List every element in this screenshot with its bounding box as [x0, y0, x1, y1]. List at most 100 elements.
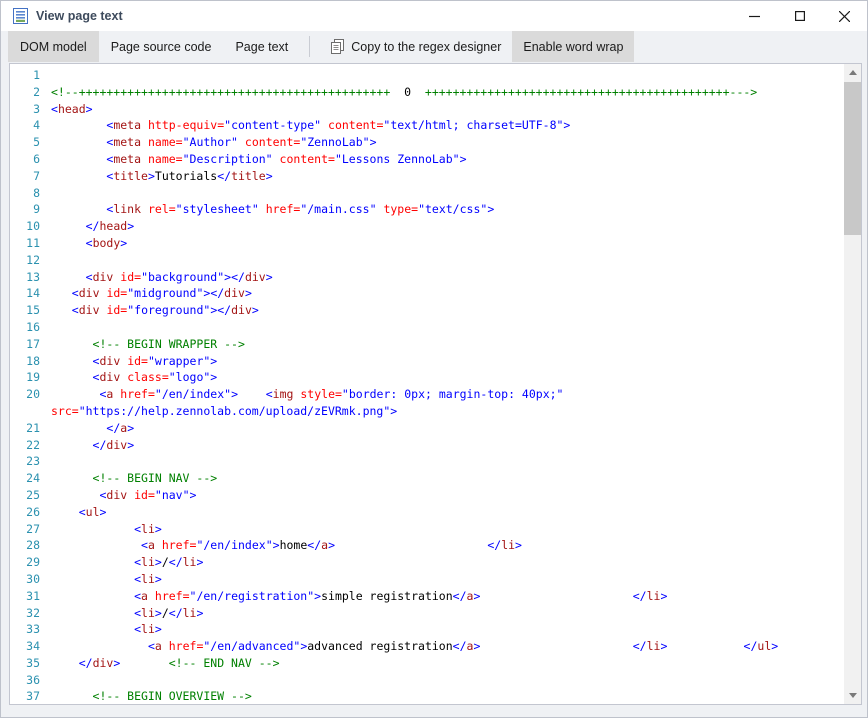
code-text: [51, 319, 844, 336]
code-text: <a href="/en/index">home</a> </li>: [51, 537, 844, 554]
code-text: <meta name="Author" content="ZennoLab">: [51, 134, 844, 151]
view-page-text-window: View page text DOM model Page source cod…: [0, 0, 868, 718]
code-text: <li>: [51, 621, 844, 638]
code-text: </div>: [51, 437, 844, 454]
code-text: <li>: [51, 571, 844, 588]
line-number: 13: [10, 269, 40, 286]
code-text: <a href="/en/advanced">advanced registra…: [51, 638, 844, 655]
code-line: 11 <body>: [10, 235, 844, 252]
code-line: 22 </div>: [10, 437, 844, 454]
code-line: 33 <li>: [10, 621, 844, 638]
line-number: 17: [10, 336, 40, 353]
line-number: 5: [10, 134, 40, 151]
code-text: <!--++++++++++++++++++++++++++++++++++++…: [51, 84, 844, 101]
code-text: <link rel="stylesheet" href="/main.css" …: [51, 201, 844, 218]
line-number: 1: [10, 67, 40, 84]
tab-label: DOM model: [20, 40, 87, 54]
vertical-scrollbar: [844, 64, 861, 704]
code-line: 31 <a href="/en/registration">simple reg…: [10, 588, 844, 605]
code-text: <meta http-equiv="content-type" content=…: [51, 117, 844, 134]
line-number: 31: [10, 588, 40, 605]
code-line: 12: [10, 252, 844, 269]
code-text: [51, 185, 844, 202]
code-text: <div class="logo">: [51, 369, 844, 386]
enable-word-wrap-button[interactable]: Enable word wrap: [512, 31, 634, 62]
code-line: 19 <div class="logo">: [10, 369, 844, 386]
code-text: <!-- BEGIN OVERVIEW -->: [51, 688, 844, 704]
code-line: 8: [10, 185, 844, 202]
code-line: 1: [10, 67, 844, 84]
line-number: 37: [10, 688, 40, 704]
line-number: 6: [10, 151, 40, 168]
scrollbar-up-button[interactable]: [844, 64, 861, 81]
line-number: 32: [10, 605, 40, 622]
code-text: </a>: [51, 420, 844, 437]
toolbar-separator: [309, 36, 310, 57]
code-text: <body>: [51, 235, 844, 252]
copy-to-regex-designer-button[interactable]: Copy to the regex designer: [319, 31, 512, 62]
line-number: 10: [10, 218, 40, 235]
code-text: </div> <!-- END NAV -->: [51, 655, 844, 672]
code-text: <a href="/en/registration">simple regist…: [51, 588, 844, 605]
code-text: </head>: [51, 218, 844, 235]
line-number: 7: [10, 168, 40, 185]
code-line: 27 <li>: [10, 521, 844, 538]
code-text: <li>: [51, 521, 844, 538]
line-number: 19: [10, 369, 40, 386]
code-text: <div id="wrapper">: [51, 353, 844, 370]
code-text: [51, 672, 844, 689]
code-panel: 12 <!--++++++++++++++++++++++++++++++++++…: [9, 63, 862, 705]
code-text: <!-- BEGIN WRAPPER -->: [51, 336, 844, 353]
tab-page-source-code[interactable]: Page source code: [99, 31, 224, 62]
code-line: 6 <meta name="Description" content="Less…: [10, 151, 844, 168]
tab-dom-model[interactable]: DOM model: [8, 31, 99, 62]
line-number: 35: [10, 655, 40, 672]
line-number: 16: [10, 319, 40, 336]
scrollbar-down-button[interactable]: [844, 687, 861, 704]
scrollbar-track[interactable]: [844, 81, 861, 687]
line-number: 11: [10, 235, 40, 252]
code-text: <li>/</li>: [51, 605, 844, 622]
code-text: <title>Tutorials</title>: [51, 168, 844, 185]
tab-page-text[interactable]: Page text: [223, 31, 300, 62]
copy-pages-icon: [330, 39, 345, 54]
line-number: 26: [10, 504, 40, 521]
button-label: Copy to the regex designer: [351, 40, 501, 54]
code-line: 36: [10, 672, 844, 689]
line-number: 27: [10, 521, 40, 538]
code-line: 20 <a href="/en/index"> <img style="bord…: [10, 386, 844, 420]
code-line: 5 <meta name="Author" content="ZennoLab"…: [10, 134, 844, 151]
line-number: 21: [10, 420, 40, 437]
button-label: Enable word wrap: [523, 40, 623, 54]
maximize-button[interactable]: [777, 1, 822, 31]
line-number: 20: [10, 386, 40, 420]
line-number: 23: [10, 453, 40, 470]
code-line: 32 <li>/</li>: [10, 605, 844, 622]
line-number: 33: [10, 621, 40, 638]
line-number: 34: [10, 638, 40, 655]
code-line: 16: [10, 319, 844, 336]
code-text: <a href="/en/index"> <img style="border:…: [51, 386, 844, 420]
line-number: 25: [10, 487, 40, 504]
code-text: <ul>: [51, 504, 844, 521]
code-text: <div id="background"></div>: [51, 269, 844, 286]
title-bar: View page text: [1, 1, 867, 31]
code-text: <meta name="Description" content="Lesson…: [51, 151, 844, 168]
scrollbar-thumb[interactable]: [844, 82, 861, 235]
close-button[interactable]: [822, 1, 867, 31]
code-line: 14 <div id="midground"></div>: [10, 285, 844, 302]
tab-label: Page source code: [111, 40, 212, 54]
code-line: 4 <meta http-equiv="content-type" conten…: [10, 117, 844, 134]
code-line: 7 <title>Tutorials</title>: [10, 168, 844, 185]
code-text: <li>/</li>: [51, 554, 844, 571]
line-number: 22: [10, 437, 40, 454]
code-line: 26 <ul>: [10, 504, 844, 521]
code-text: <div id="nav">: [51, 487, 844, 504]
line-number: 24: [10, 470, 40, 487]
line-number: 30: [10, 571, 40, 588]
code-editor[interactable]: 12 <!--++++++++++++++++++++++++++++++++++…: [10, 64, 844, 704]
code-line: 34 <a href="/en/advanced">advanced regis…: [10, 638, 844, 655]
code-line: 30 <li>: [10, 571, 844, 588]
code-line: 3<head>: [10, 101, 844, 118]
minimize-button[interactable]: [732, 1, 777, 31]
